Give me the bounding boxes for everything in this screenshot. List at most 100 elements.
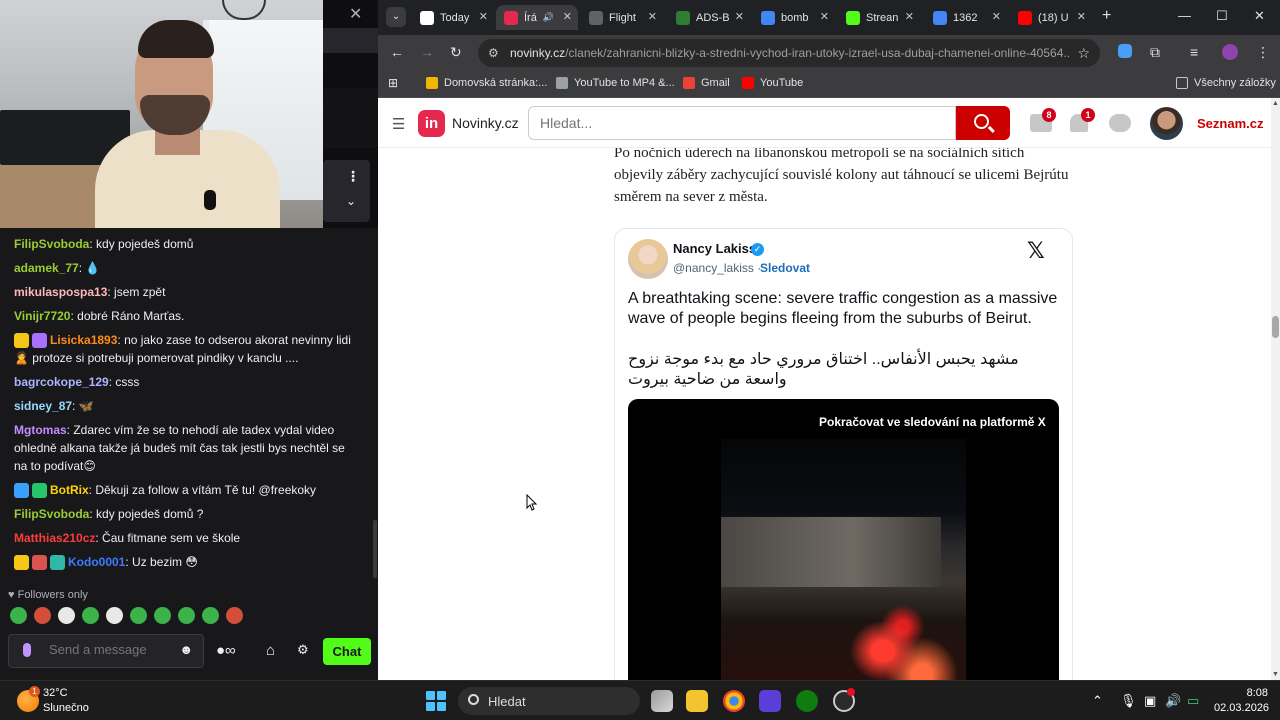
- extensions-puzzle-icon[interactable]: ⧉: [1150, 44, 1160, 61]
- media-controls-icon[interactable]: ≡: [1190, 44, 1198, 60]
- follow-link[interactable]: Sledovat: [760, 261, 810, 275]
- tweet-video[interactable]: Pokračovat ve sledování na platformě X: [628, 399, 1059, 680]
- site-name[interactable]: Novinky.cz: [452, 115, 519, 131]
- maximize-icon[interactable]: ☐: [1216, 8, 1228, 24]
- close-window-icon[interactable]: ✕: [1254, 8, 1265, 24]
- chat-badge-icon[interactable]: [14, 483, 29, 499]
- chat-badge-icon[interactable]: [32, 555, 47, 571]
- windows-start-icon[interactable]: [426, 691, 446, 711]
- chat-username[interactable]: bagrcokope_129: [14, 375, 109, 389]
- close-icon[interactable]: ✕: [349, 4, 362, 24]
- emote-icon[interactable]: [106, 607, 123, 624]
- bookmark-item[interactable]: Domovská stránka:...: [426, 77, 547, 89]
- gear-icon[interactable]: ⚙: [297, 642, 309, 658]
- taskbar-search[interactable]: Hledat: [458, 687, 640, 715]
- reload-icon[interactable]: ↻: [450, 44, 462, 61]
- new-tab-icon[interactable]: +: [1102, 7, 1111, 25]
- task-view-icon[interactable]: [651, 690, 673, 712]
- tab-close-icon[interactable]: ✕: [735, 10, 744, 23]
- chat-message-input[interactable]: [49, 642, 169, 657]
- site-search-button[interactable]: [956, 106, 1010, 140]
- chat-username[interactable]: Vinijr7720: [14, 309, 70, 323]
- chat-username[interactable]: Mgtomas: [14, 423, 67, 437]
- hamburger-menu-icon[interactable]: ☰: [392, 115, 405, 133]
- browser-tab[interactable]: Írá 🔊 ✕: [496, 5, 578, 30]
- tweet-author-name[interactable]: Nancy Lakiss: [673, 241, 756, 256]
- app-icon[interactable]: [759, 690, 781, 712]
- all-bookmarks-folder[interactable]: Všechny záložky: [1176, 77, 1276, 89]
- chat-username[interactable]: Kodo0001: [68, 555, 125, 569]
- weather-temperature[interactable]: 32°C: [43, 687, 68, 699]
- taskbar-clock[interactable]: 8:08: [1230, 687, 1268, 699]
- chat-badge-icon[interactable]: [32, 333, 47, 349]
- emote-icon[interactable]: [10, 607, 27, 624]
- file-explorer-icon[interactable]: [686, 690, 708, 712]
- bookmark-item[interactable]: YouTube: [742, 77, 803, 89]
- emote-icon[interactable]: [34, 607, 51, 624]
- browser-tab[interactable]: Today ✕: [412, 5, 494, 30]
- menu-kebab-icon[interactable]: ⋮: [1256, 44, 1270, 61]
- chat-badge-icon[interactable]: [14, 333, 29, 349]
- tab-close-icon[interactable]: ✕: [992, 10, 1001, 23]
- emote-icon[interactable]: [178, 607, 195, 624]
- emoji-icon[interactable]: ☻: [179, 642, 193, 657]
- microphone-icon[interactable]: [23, 643, 31, 657]
- site-search-input[interactable]: [528, 106, 956, 140]
- battery-icon[interactable]: ▭: [1187, 693, 1199, 709]
- browser-tab[interactable]: bomb ✕: [753, 5, 835, 30]
- tab-close-icon[interactable]: ✕: [648, 10, 657, 23]
- forward-icon[interactable]: →: [420, 44, 434, 60]
- tab-close-icon[interactable]: ✕: [563, 10, 572, 23]
- microphone-icon[interactable]: 🎙: [1120, 693, 1137, 709]
- tab-search-icon[interactable]: ⌄: [386, 7, 406, 27]
- back-icon[interactable]: ←: [390, 44, 404, 60]
- chat-username[interactable]: FilipSvoboda: [14, 507, 89, 521]
- bookmark-item[interactable]: Gmail: [683, 77, 730, 89]
- chat-badge-icon[interactable]: [50, 555, 65, 571]
- bits-icon[interactable]: ●∞: [216, 642, 236, 659]
- scroll-down-arrow-icon[interactable]: ▼: [1272, 671, 1279, 678]
- tab-close-icon[interactable]: ✕: [479, 10, 488, 23]
- chat-badge-icon[interactable]: [32, 483, 47, 499]
- emote-icon[interactable]: [154, 607, 171, 624]
- site-info-icon[interactable]: ⚙: [488, 46, 499, 60]
- tray-overflow-chevron-icon[interactable]: ⌃: [1092, 693, 1103, 709]
- xbox-icon[interactable]: [796, 690, 818, 712]
- browser-tab[interactable]: Flight ✕: [581, 5, 663, 30]
- bookmark-star-icon[interactable]: ☆: [1077, 45, 1090, 62]
- bookmark-item[interactable]: YouTube to MP4 &...: [556, 77, 675, 89]
- chat-username[interactable]: mikulaspospa13: [14, 285, 107, 299]
- chat-badge-icon[interactable]: [14, 555, 29, 571]
- emote-icon[interactable]: [58, 607, 75, 624]
- chat-username[interactable]: adamek_77: [14, 261, 79, 275]
- minimize-icon[interactable]: —: [1178, 8, 1191, 23]
- store-icon[interactable]: ⌂: [266, 642, 275, 659]
- chat-username[interactable]: sidney_87: [14, 399, 72, 413]
- seznam-link[interactable]: Seznam.cz: [1197, 116, 1263, 131]
- tweet-author-avatar[interactable]: [628, 239, 668, 279]
- weather-description[interactable]: Slunečno: [43, 702, 89, 714]
- browser-tab[interactable]: ADS-B ✕: [668, 5, 750, 30]
- chat-username[interactable]: Matthias210cz: [14, 531, 95, 545]
- scrollbar-thumb[interactable]: [1272, 316, 1279, 338]
- continue-on-x-button[interactable]: Pokračovat ve sledování na platformě X: [805, 411, 1059, 433]
- apps-grid-icon[interactable]: ⊞: [388, 76, 398, 90]
- tab-close-icon[interactable]: ✕: [1077, 10, 1086, 23]
- volume-icon[interactable]: 🔊: [1165, 693, 1181, 709]
- chat-send-button[interactable]: Chat: [323, 638, 371, 665]
- chat-username[interactable]: FilipSvoboda: [14, 237, 89, 251]
- tab-close-icon[interactable]: ✕: [905, 10, 914, 23]
- browser-tab[interactable]: (18) U ✕: [1010, 5, 1092, 30]
- user-avatar[interactable]: [1150, 107, 1183, 140]
- novinky-logo[interactable]: in: [418, 110, 445, 137]
- chat-bubble-icon[interactable]: [1109, 114, 1131, 132]
- browser-tab[interactable]: Strean ✕: [838, 5, 920, 30]
- emote-icon[interactable]: [202, 607, 219, 624]
- chevron-down-icon[interactable]: ⌄: [346, 194, 356, 208]
- network-icon[interactable]: ▣: [1144, 693, 1156, 709]
- chrome-icon[interactable]: [723, 690, 745, 712]
- more-options-icon[interactable]: ⋮: [346, 168, 360, 185]
- profile-avatar[interactable]: [1222, 44, 1238, 60]
- taskbar-date[interactable]: 02.03.2026: [1214, 702, 1269, 714]
- chat-username[interactable]: Lisicka1893: [50, 333, 117, 347]
